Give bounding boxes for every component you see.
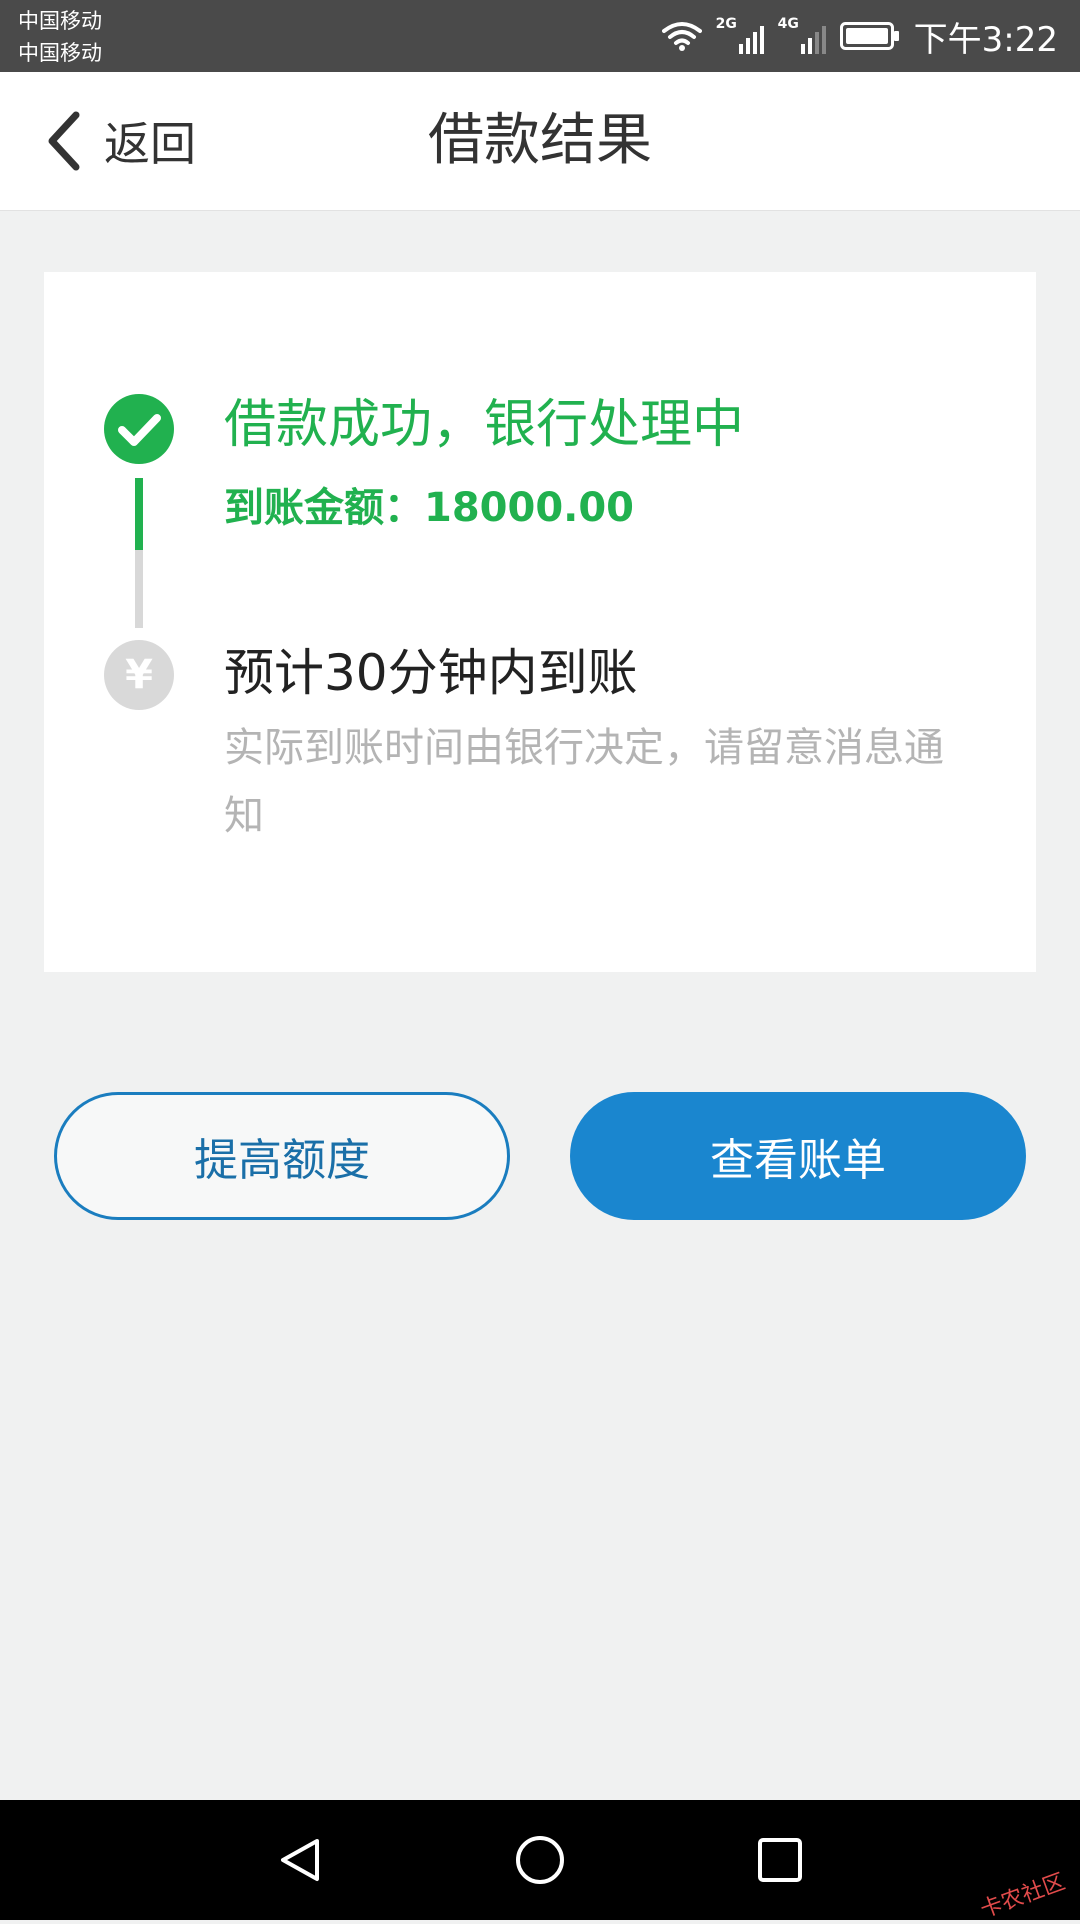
status-time: 下午3:22: [913, 19, 1058, 60]
system-nav-bar: 卡农社区: [0, 1800, 1080, 1923]
wifi-icon: [661, 22, 702, 51]
step-success-title: 借款成功，银行处理中: [224, 395, 745, 455]
circle-home-icon: [516, 1836, 564, 1884]
result-card: [44, 272, 1036, 972]
nav-back-button[interactable]: [270, 1830, 330, 1890]
check-icon: [118, 414, 161, 446]
nav-recent-apps-button[interactable]: [750, 1830, 810, 1890]
status-indicators: 2G 4G 下午3:22: [661, 12, 1058, 60]
raise-limit-button[interactable]: 提高额度: [54, 1092, 510, 1220]
square-recent-icon: [758, 1838, 802, 1882]
battery-icon: [839, 22, 899, 50]
step-pending-description: 实际到账时间由银行决定，请留意消息通知: [224, 725, 944, 839]
triangle-back-icon: [281, 1839, 319, 1881]
step-success-amount: 到账金额：18000.00: [224, 485, 635, 531]
carrier-1-label: 中国移动: [18, 9, 102, 33]
signal-2g-label: 2G: [715, 16, 737, 32]
view-bill-button[interactable]: 查看账单: [570, 1092, 1026, 1220]
page-title: 借款结果: [428, 108, 652, 173]
nav-home-button[interactable]: [510, 1830, 570, 1890]
step-pending-title: 预计30分钟内到账: [224, 644, 638, 702]
step-success-marker: [104, 394, 174, 464]
yen-icon: ¥: [104, 640, 174, 710]
signal-4g-label: 4G: [777, 16, 799, 32]
signal-2g-icon: 2G: [716, 16, 764, 56]
progress-line-pending: [135, 550, 143, 628]
watermark-logo: 卡农社区: [977, 1869, 1069, 1924]
status-bar: 中国移动 中国移动 2G 4G 下午3:22: [0, 0, 1080, 72]
signal-4g-icon: 4G: [778, 16, 826, 56]
progress-line-complete: [135, 478, 143, 550]
carrier-2-label: 中国移动: [18, 41, 102, 65]
app-header: 返回 借款结果: [0, 72, 1080, 211]
